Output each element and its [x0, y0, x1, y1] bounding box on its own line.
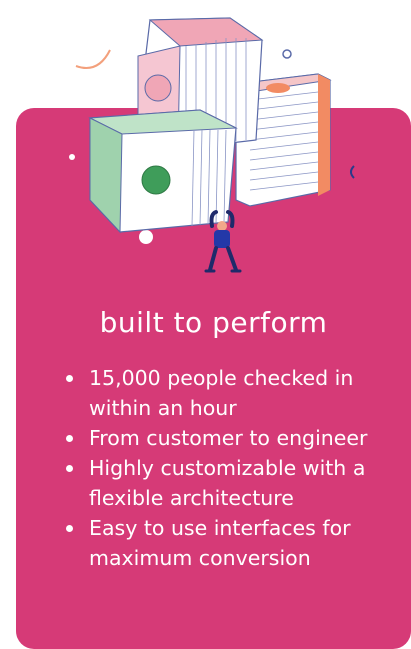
bullet-icon	[66, 435, 73, 442]
list-item: Easy to use interfaces for maximum conve…	[66, 513, 396, 573]
server-stack-illustration	[69, 17, 355, 273]
blue-arc-decoration	[350, 165, 355, 179]
card-heading: built to perform	[99, 306, 328, 339]
small-dot-decoration	[69, 154, 75, 160]
small-circle-decoration	[282, 49, 292, 59]
bullet-icon	[66, 525, 73, 532]
list-item: From customer to engineer	[66, 423, 396, 453]
feature-text: 15,000 people checked in within an hour	[89, 366, 354, 420]
orange-arc-decoration	[75, 49, 111, 69]
list-item: Highly customizable with a flexible arch…	[66, 453, 396, 513]
white-dot-decoration	[139, 230, 153, 244]
bullet-icon	[66, 465, 73, 472]
feature-text: Highly customizable with a flexible arch…	[89, 456, 366, 510]
feature-text: From customer to engineer	[89, 426, 368, 450]
feature-list: 15,000 people checked in within an hour …	[66, 363, 396, 573]
feature-text: Easy to use interfaces for maximum conve…	[89, 516, 351, 570]
list-item: 15,000 people checked in within an hour	[66, 363, 396, 423]
bullet-icon	[66, 375, 73, 382]
